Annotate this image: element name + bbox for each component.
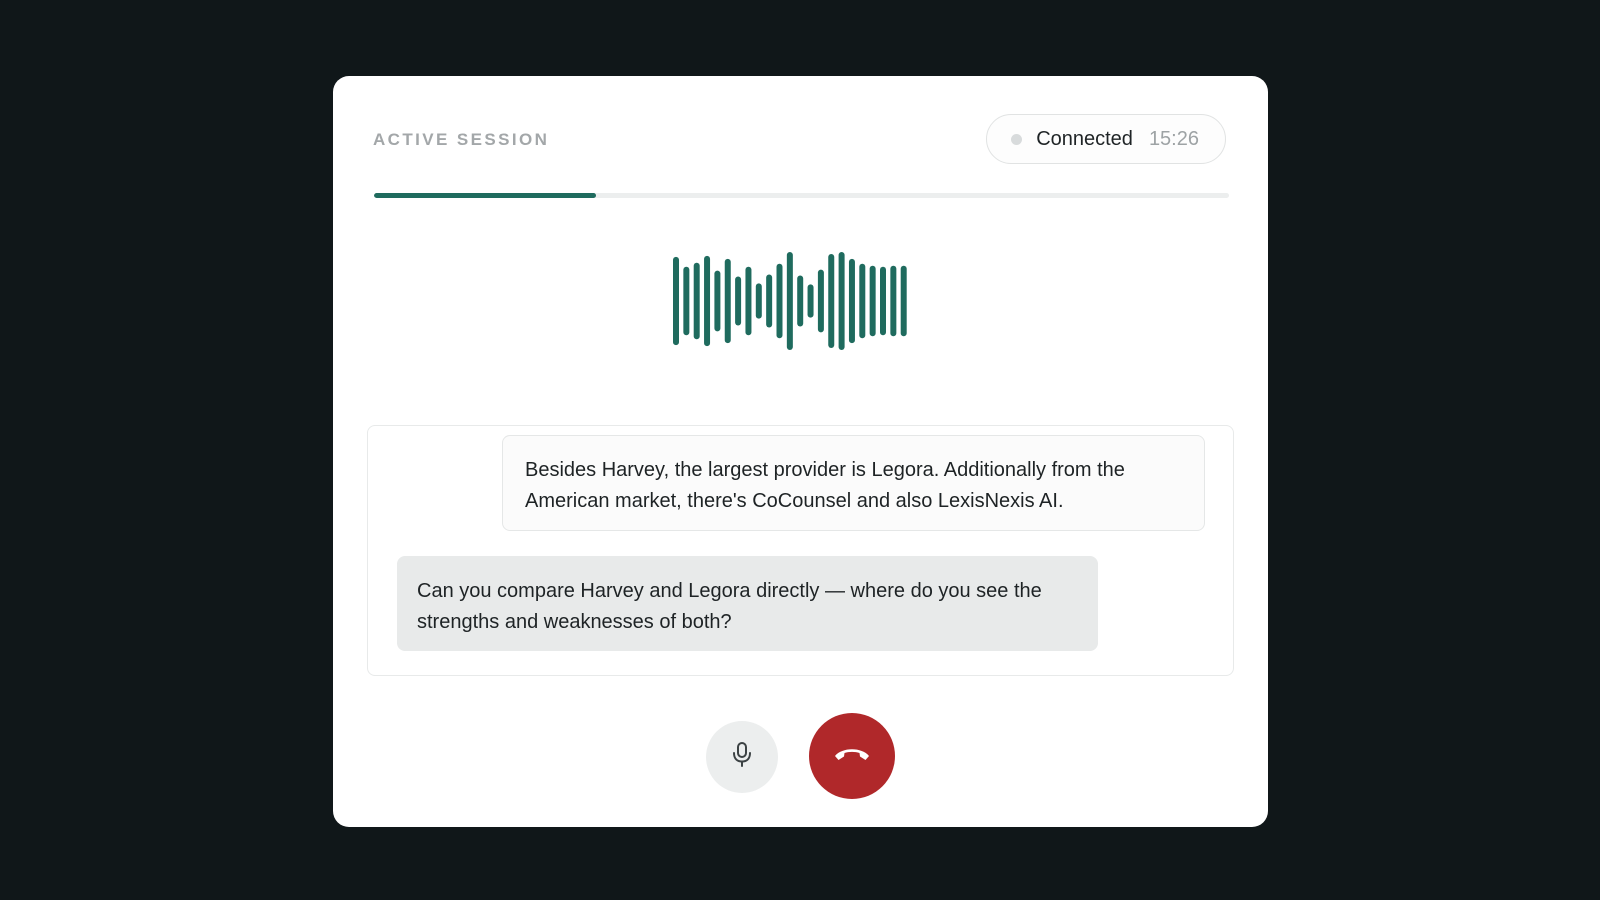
waveform-bar — [859, 263, 866, 339]
microphone-icon — [729, 741, 755, 774]
microphone-button[interactable] — [706, 721, 778, 793]
waveform-bar — [673, 256, 679, 346]
waveform-bar — [807, 284, 814, 318]
waveform-bar — [880, 266, 886, 336]
waveform-bar — [797, 275, 804, 327]
waveform-bar — [776, 263, 783, 339]
transcript-panel: Besides Harvey, the largest provider is … — [367, 425, 1234, 676]
waveform-bar — [869, 265, 876, 337]
waveform-bar — [714, 270, 721, 332]
audio-waveform — [673, 252, 907, 350]
waveform-bar — [900, 265, 907, 337]
waveform-bar — [735, 276, 742, 326]
session-progress-bar — [374, 193, 1229, 198]
waveform-bar — [848, 258, 855, 344]
connection-status-pill: Connected 15:26 — [986, 114, 1226, 164]
waveform-bar — [755, 283, 762, 319]
session-progress-fill — [374, 193, 597, 198]
session-timer: 15:26 — [1148, 127, 1199, 150]
assistant-message: Besides Harvey, the largest provider is … — [502, 435, 1205, 531]
waveform-bar — [693, 262, 700, 340]
phone-hangup-icon — [832, 743, 872, 770]
waveform-bar — [786, 252, 793, 350]
waveform-bar — [838, 252, 845, 350]
session-card: ACTIVE SESSION Connected 15:26 Besides H… — [333, 76, 1268, 827]
end-call-button[interactable] — [809, 713, 895, 799]
connection-status: Connected — [1036, 127, 1133, 150]
waveform-bar — [828, 253, 835, 349]
call-controls — [333, 713, 1268, 803]
session-label: ACTIVE SESSION — [373, 130, 550, 149]
waveform-bar — [817, 269, 824, 333]
waveform-bar — [704, 255, 711, 347]
waveform-bar — [683, 266, 690, 336]
user-message: Can you compare Harvey and Legora direct… — [397, 556, 1098, 651]
waveform-bar — [890, 265, 897, 337]
waveform-bar — [766, 274, 773, 328]
waveform-bar — [724, 258, 731, 344]
waveform-bar — [745, 266, 752, 336]
status-dot-icon — [1011, 133, 1023, 145]
